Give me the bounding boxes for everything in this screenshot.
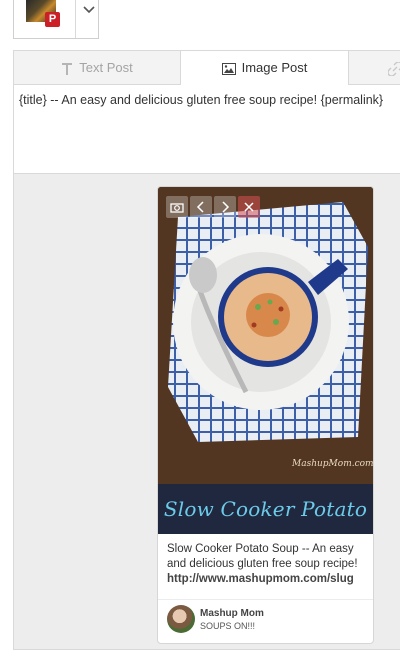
tab-image-post-label: Image Post: [241, 60, 308, 75]
pin-description-line: Slow Cooker Potato Soup -- An easy: [167, 543, 354, 555]
previous-image-icon[interactable]: [190, 196, 212, 218]
pin-user-name: Mashup Mom: [200, 608, 264, 619]
tab-text-post-label: Text Post: [79, 60, 133, 75]
post-type-tabs: Text Post Image Post: [14, 51, 400, 85]
next-image-icon[interactable]: [214, 196, 236, 218]
pin-description-link[interactable]: http://www.mashupmom.com/slug: [167, 572, 367, 587]
pinterest-icon: P: [45, 12, 60, 27]
post-message-input[interactable]: {title} -- An easy and delicious gluten …: [14, 85, 400, 174]
tab-link-post[interactable]: [349, 51, 400, 84]
selector-divider: [75, 0, 76, 38]
tab-image-post[interactable]: Image Post: [181, 51, 349, 85]
divider: [158, 599, 373, 600]
pin-image-banner: Slow Cooker Potato Soup: [158, 484, 373, 534]
pin-board-name: SOUPS ON!!!: [200, 621, 256, 631]
account-selector[interactable]: P: [13, 0, 99, 39]
pin-image: MashupMom.com Slow Cooker Potato Soup: [158, 187, 373, 534]
tab-text-post[interactable]: Text Post: [14, 51, 181, 84]
link-icon: [388, 61, 400, 76]
post-composer: Text Post Image Post {title} -- An easy …: [13, 50, 400, 650]
avatar: [167, 605, 195, 633]
image-watermark: MashupMom.com: [292, 459, 373, 469]
camera-icon[interactable]: [166, 196, 188, 218]
chevron-down-icon[interactable]: [82, 3, 96, 17]
soup-photo: [158, 187, 373, 484]
pin-preview-card: MashupMom.com Slow Cooker Potato Soup Sl…: [157, 186, 374, 644]
remove-image-icon[interactable]: [238, 196, 260, 218]
image-icon: [221, 62, 236, 75]
pin-description-line: and delicious gluten free soup recipe!: [167, 558, 358, 570]
text-T-icon: [62, 62, 73, 75]
pin-description: Slow Cooker Potato Soup -- An easy and d…: [167, 542, 367, 587]
